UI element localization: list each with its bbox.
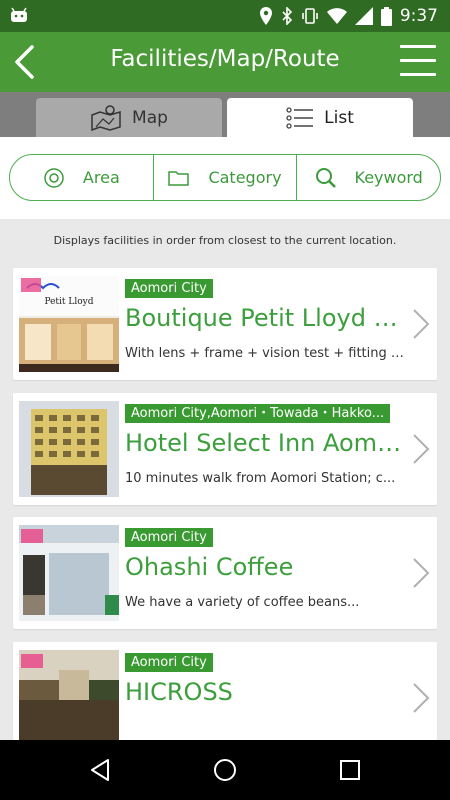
shop-sign: Petit Lloyd bbox=[44, 297, 93, 307]
nav-recents-icon[interactable] bbox=[338, 758, 362, 782]
battery-icon bbox=[380, 6, 392, 26]
facility-card[interactable]: Aomori City HICROSS bbox=[13, 642, 437, 754]
app-bar: Facilities/Map/Route bbox=[0, 32, 450, 92]
facility-description: 10 minutes walk from Aomori Station; c..… bbox=[125, 471, 396, 486]
tab-bar: Map List bbox=[0, 92, 450, 137]
facility-card[interactable]: Petit Lloyd Aomori City Boutique Petit L… bbox=[13, 268, 437, 380]
chevron-right-icon bbox=[413, 434, 430, 464]
location-icon bbox=[259, 7, 272, 25]
signal-icon bbox=[354, 7, 373, 25]
filter-area-button[interactable]: Area bbox=[10, 155, 153, 200]
chevron-right-icon bbox=[413, 683, 430, 713]
target-icon bbox=[44, 167, 64, 188]
clock: 9:37 bbox=[399, 6, 438, 26]
facility-name: Ohashi Coffee bbox=[125, 553, 294, 581]
nav-back-icon[interactable] bbox=[88, 758, 112, 782]
chevron-right-icon bbox=[413, 309, 430, 339]
wifi-icon bbox=[326, 8, 347, 24]
system-nav-bar bbox=[0, 740, 450, 800]
folder-icon bbox=[168, 170, 190, 186]
facility-name: HICROSS bbox=[125, 678, 233, 706]
facility-photo bbox=[19, 650, 119, 746]
vibrate-icon bbox=[302, 8, 318, 24]
filter-area: Area Category Keyword bbox=[0, 137, 450, 219]
facility-card[interactable]: Aomori City Ohashi Coffee We have a vari… bbox=[13, 517, 437, 629]
filter-keyword-label: Keyword bbox=[354, 168, 423, 187]
tab-list-label: List bbox=[324, 107, 354, 128]
sort-notice: Displays facilities in order from closes… bbox=[53, 234, 397, 247]
map-icon bbox=[91, 104, 121, 131]
filter-keyword-button[interactable]: Keyword bbox=[296, 155, 440, 200]
filter-category-button[interactable]: Category bbox=[152, 155, 297, 200]
tab-map-label: Map bbox=[132, 107, 168, 128]
page-title: Facilities/Map/Route bbox=[110, 46, 340, 72]
tab-map[interactable]: Map bbox=[36, 98, 222, 137]
facility-card[interactable]: Aomori City,Aomori・Towada・Hakko... Hotel… bbox=[13, 393, 437, 505]
filter-area-label: Area bbox=[82, 168, 120, 187]
menu-icon bbox=[400, 45, 436, 48]
back-button[interactable] bbox=[10, 44, 42, 80]
filter-segment: Area Category Keyword bbox=[9, 154, 441, 201]
list-icon bbox=[286, 106, 314, 129]
facility-photo bbox=[19, 525, 119, 621]
chevron-right-icon bbox=[413, 558, 430, 588]
facility-name: Hotel Select Inn Aomo... bbox=[125, 429, 407, 457]
facility-name: Boutique Petit Lloyd G... bbox=[125, 304, 407, 332]
facility-area-tag: Aomori City,Aomori・Towada・Hakko... bbox=[125, 404, 391, 423]
android-icon bbox=[11, 7, 27, 22]
menu-button[interactable] bbox=[400, 45, 436, 79]
search-icon bbox=[315, 167, 336, 188]
facility-area-tag: Aomori City bbox=[125, 528, 213, 547]
tab-list[interactable]: List bbox=[227, 98, 413, 137]
facility-description: We have a variety of coffee beans... bbox=[125, 595, 360, 610]
filter-category-label: Category bbox=[208, 168, 282, 187]
bluetooth-icon bbox=[282, 7, 292, 25]
status-bar: 9:37 bbox=[0, 0, 450, 32]
nav-home-icon[interactable] bbox=[213, 758, 237, 782]
facility-photo bbox=[19, 401, 119, 497]
facility-photo: Petit Lloyd bbox=[19, 276, 119, 372]
facility-area-tag: Aomori City bbox=[125, 279, 213, 298]
facility-area-tag: Aomori City bbox=[125, 653, 213, 672]
facility-description: With lens + frame + vision test + fittin… bbox=[125, 346, 407, 361]
